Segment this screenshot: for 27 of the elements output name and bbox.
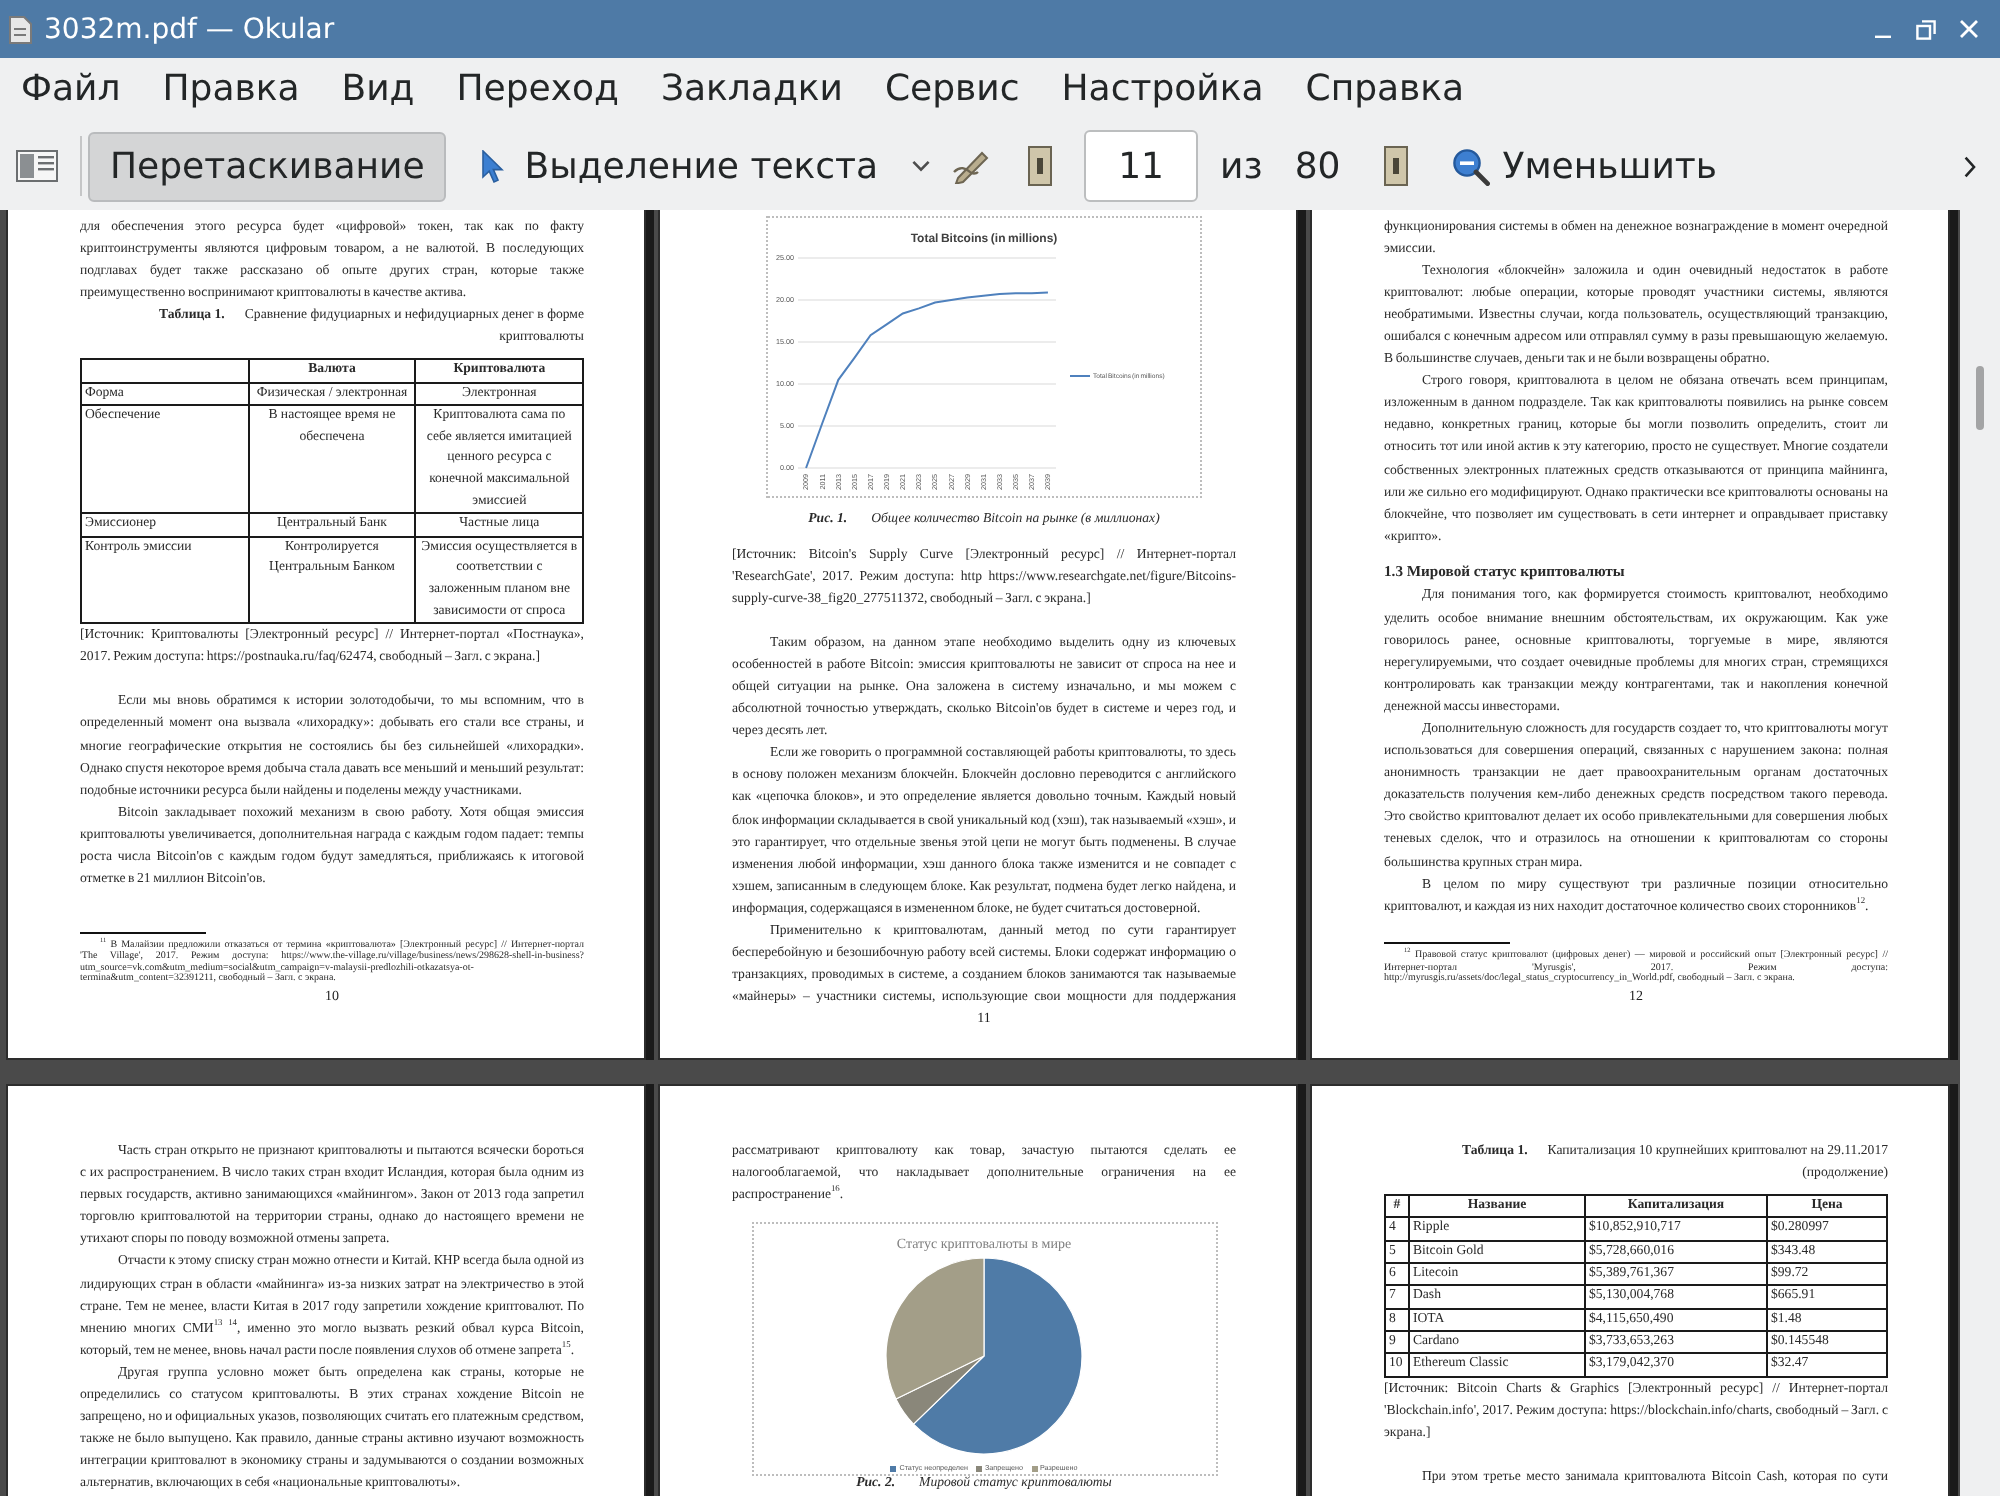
- cursor-icon: [482, 149, 505, 183]
- menu-item[interactable]: Справка: [1284, 62, 1486, 118]
- zoom-out-button[interactable]: Уменьшить: [1452, 131, 1717, 201]
- page-icon[interactable]: [1028, 146, 1053, 186]
- menu-item[interactable]: Правка: [141, 62, 321, 118]
- menu-item[interactable]: Настройка: [1040, 62, 1285, 118]
- menu-item[interactable]: Переход: [435, 62, 640, 118]
- menu-item[interactable]: Файл: [0, 62, 142, 118]
- text-selection-tool-button[interactable]: Выделение текста: [460, 131, 901, 201]
- scrollbar-handle[interactable]: [1976, 366, 1984, 430]
- page-of-label: из: [1220, 145, 1263, 187]
- page-number-field[interactable]: 11: [1084, 130, 1199, 202]
- sidebar-icon[interactable]: [16, 150, 58, 182]
- browse-tool-button[interactable]: Перетаскивание: [88, 131, 447, 201]
- restore-icon[interactable]: [1916, 19, 1936, 39]
- document-icon: [8, 15, 32, 43]
- menu-item[interactable]: Вид: [320, 62, 436, 118]
- caret-icon[interactable]: [912, 160, 931, 172]
- pen-icon[interactable]: [952, 148, 993, 184]
- window-title: 3032m.pdf — Okular: [44, 11, 335, 47]
- close-icon[interactable]: [1960, 20, 1978, 38]
- page-count: 80: [1294, 145, 1341, 187]
- menu-item[interactable]: Закладки: [639, 62, 864, 118]
- menu-item[interactable]: Сервис: [863, 62, 1041, 118]
- chevron-right-icon[interactable]: [1964, 155, 1976, 177]
- zoom-out-icon: [1452, 147, 1491, 185]
- page-icon[interactable]: [1384, 146, 1409, 186]
